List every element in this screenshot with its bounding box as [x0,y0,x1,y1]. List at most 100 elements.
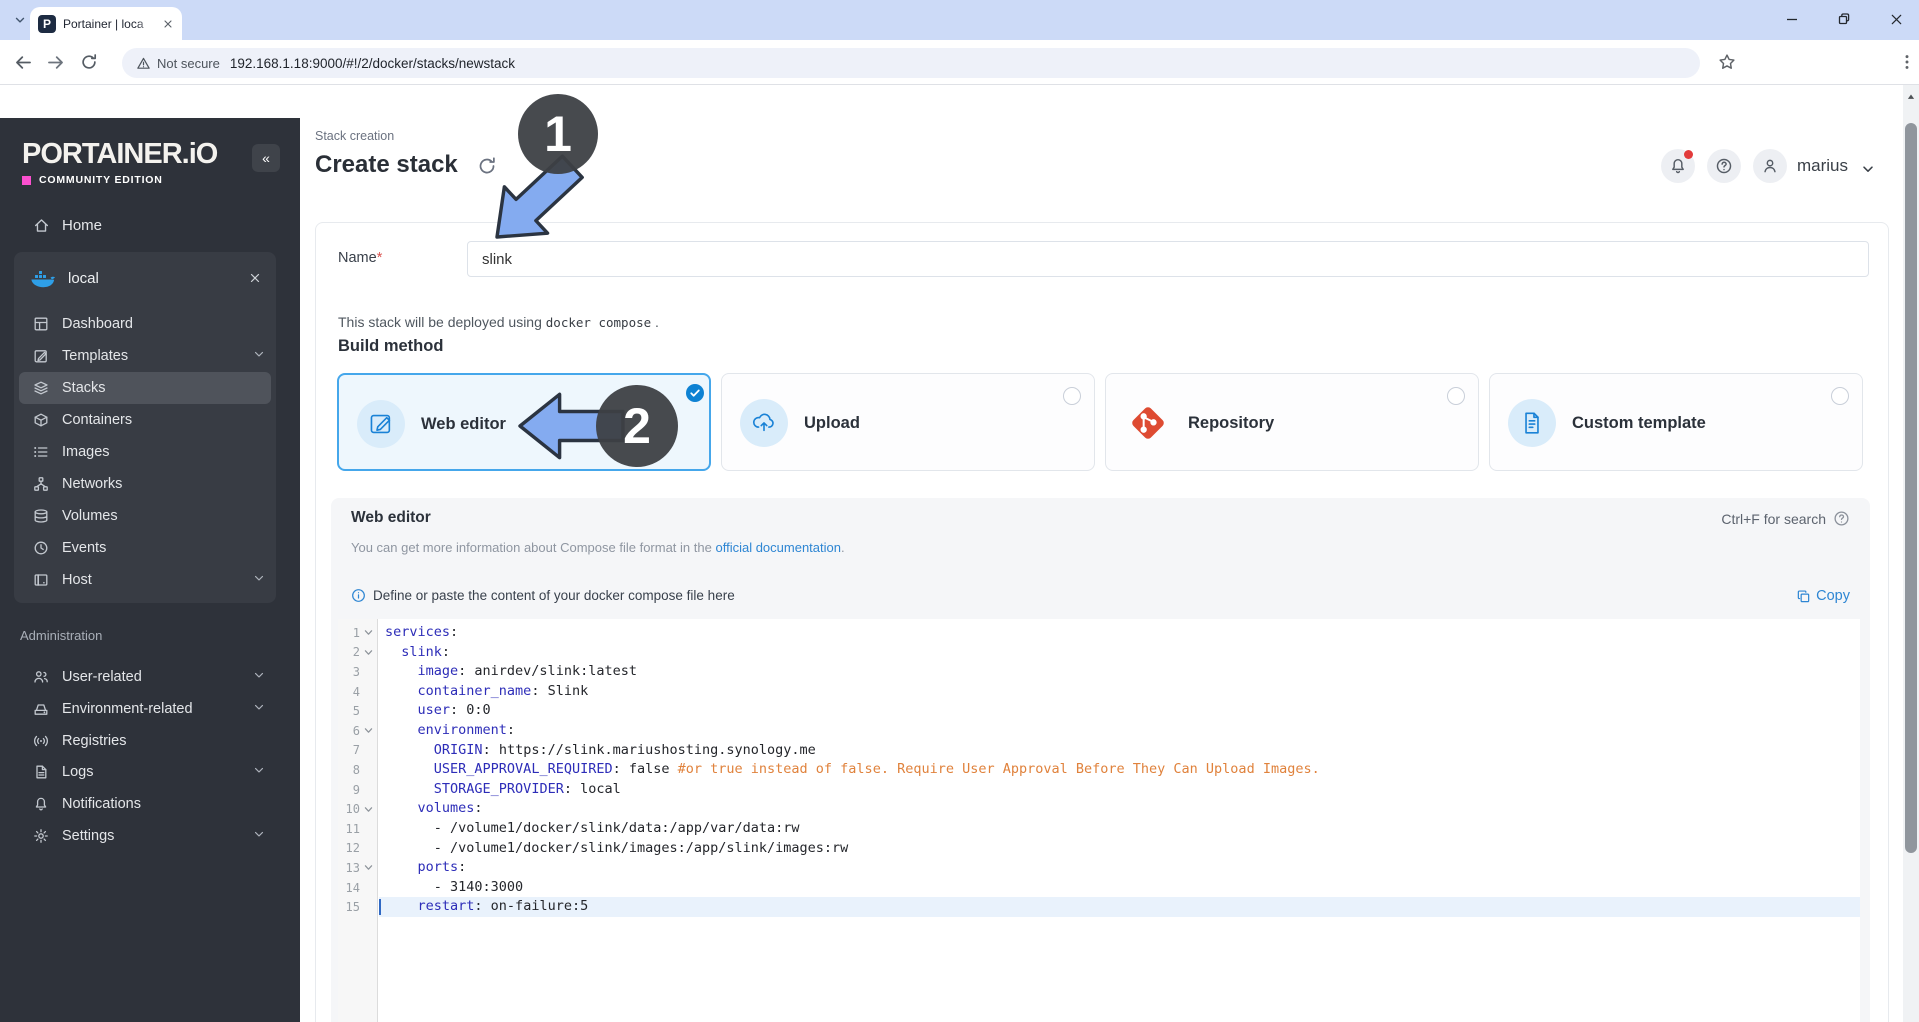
sidebar-item-label: Host [62,572,92,588]
breadcrumb[interactable]: Stack creation [315,129,394,143]
code-line-4[interactable]: container_name: Slink [379,682,1860,702]
code-line-7[interactable]: ORIGIN: https://slink.mariushosting.syno… [379,741,1860,761]
docker-whale-icon [30,267,56,289]
portainer-logo: PORTAINER.iO [22,138,217,171]
sidebar-item-registries[interactable]: Registries [0,725,300,757]
sidebar-item-environment-related[interactable]: Environment-related [0,693,300,725]
back-button[interactable] [14,53,33,77]
window-close-button[interactable] [1883,6,1909,32]
sidebar-item-containers[interactable]: Containers [0,404,300,436]
sidebar-item-networks[interactable]: Networks [0,468,300,500]
administration-label: Administration [20,628,102,643]
required-asterisk: * [377,250,383,266]
tab-search-button[interactable] [8,8,32,32]
code-editor[interactable]: 123456789101112131415 services: slink: i… [338,619,1860,1022]
search-help-icon[interactable] [1833,510,1850,532]
warning-icon[interactable] [136,56,151,71]
sidebar-item-home[interactable]: Home [0,209,300,241]
sidebar-item-settings[interactable]: Settings [0,820,300,852]
url-text[interactable]: 192.168.1.18:9000/#!/2/docker/stacks/new… [230,56,515,71]
stack-name-input[interactable] [467,241,1869,277]
official-documentation-link[interactable]: official documentation [715,540,841,555]
fold-toggle[interactable] [360,863,376,872]
code-line-13[interactable]: ports: [379,858,1860,878]
fold-toggle[interactable] [360,805,376,814]
bookmark-star-icon[interactable] [1718,53,1736,76]
environment-local[interactable]: local [0,260,300,296]
sidebar-item-stacks[interactable]: Stacks [19,372,271,404]
code-line-2[interactable]: slink: [379,643,1860,663]
line-number: 5 [338,701,377,721]
not-secure-label: Not secure [157,56,220,71]
build-method-web-editor[interactable]: Web editor [337,373,711,471]
line-number: 9 [338,780,377,800]
method-radio[interactable] [1831,387,1849,405]
code-line-15[interactable]: restart: on-failure:5 [379,897,1860,917]
code-line-14[interactable]: - 3140:3000 [379,878,1860,898]
user-menu-button[interactable] [1753,149,1787,183]
browser-menu-icon[interactable] [1898,53,1916,76]
sidebar-item-templates[interactable]: Templates [0,340,300,372]
deploy-info-text: This stack will be deployed using docker… [338,314,659,330]
sidebar-item-label: Registries [62,733,126,749]
code-line-3[interactable]: image: anirdev/slink:latest [379,662,1860,682]
reload-button[interactable] [80,53,98,76]
url-bar[interactable]: Not secure 192.168.1.18:9000/#!/2/docker… [122,48,1700,78]
sidebar-item-host[interactable]: Host [0,564,300,596]
editor-icon [368,411,394,437]
copy-button[interactable]: Copy [1796,588,1850,604]
page-scrollbar[interactable] [1903,85,1919,1022]
compose-info-text: You can get more information about Compo… [351,540,845,555]
line-number: 12 [338,839,377,859]
sidebar-item-volumes[interactable]: Volumes [0,500,300,532]
username[interactable]: marius [1797,156,1848,176]
fold-arrow-icon [364,628,373,637]
code-line-8[interactable]: USER_APPROVAL_REQUIRED: false #or true i… [379,760,1860,780]
fold-toggle[interactable] [360,648,376,657]
edition-square-icon [22,176,31,185]
browser-tab[interactable]: P Portainer | loca [30,7,182,40]
web-editor-panel: Web editor Ctrl+F for search You can get… [331,498,1870,1022]
build-method-custom-template[interactable]: Custom template [1489,373,1863,471]
forward-button[interactable] [46,53,65,77]
sidebar-item-dashboard[interactable]: Dashboard [0,308,300,340]
code-line-9[interactable]: STORAGE_PROVIDER: local [379,780,1860,800]
help-button[interactable] [1707,149,1741,183]
build-method-repository[interactable]: Repository [1105,373,1479,471]
scrollbar-thumb[interactable] [1905,123,1917,853]
tab-close-icon[interactable] [162,18,174,30]
back-arrow-icon [14,53,33,72]
sidebar-collapse-button[interactable]: « [252,144,280,172]
sidebar-item-logs[interactable]: Logs [0,756,300,788]
scrollbar-up-icon[interactable] [1906,89,1916,107]
method-radio[interactable] [1447,387,1465,405]
code-line-5[interactable]: user: 0:0 [379,701,1860,721]
chevron-icon [252,700,266,714]
notifications-button[interactable] [1661,149,1695,183]
code-line-11[interactable]: - /volume1/docker/slink/data:/app/var/da… [379,819,1860,839]
window-minimize-button[interactable] [1779,6,1805,32]
chevron-icon [252,763,266,777]
sidebar-item-user-related[interactable]: User-related [0,661,300,693]
code-line-10[interactable]: volumes: [379,799,1860,819]
code-line-1[interactable]: services: [379,623,1860,643]
refresh-icon[interactable] [477,156,497,181]
sidebar-item-images[interactable]: Images [0,436,300,468]
window-restore-button[interactable] [1831,6,1857,32]
build-method-upload[interactable]: Upload [721,373,1095,471]
sidebar-item-notifications[interactable]: Notifications [0,788,300,820]
host-icon [33,572,49,588]
fold-toggle[interactable] [360,726,376,735]
settings-icon [33,828,49,844]
method-radio[interactable] [1063,387,1081,405]
editor-gutter: 123456789101112131415 [338,619,378,1022]
fold-toggle[interactable] [360,628,376,637]
code-line-12[interactable]: - /volume1/docker/slink/images:/app/slin… [379,839,1860,859]
code-line-6[interactable]: environment: [379,721,1860,741]
close-environment-icon[interactable] [248,271,262,285]
sidebar-item-events[interactable]: Events [0,532,300,564]
search-hint: Ctrl+F for search [1721,511,1826,527]
define-row: Define or paste the content of your dock… [351,588,735,603]
chevron-icon [252,668,266,682]
user-chevron-icon[interactable] [1860,161,1876,182]
